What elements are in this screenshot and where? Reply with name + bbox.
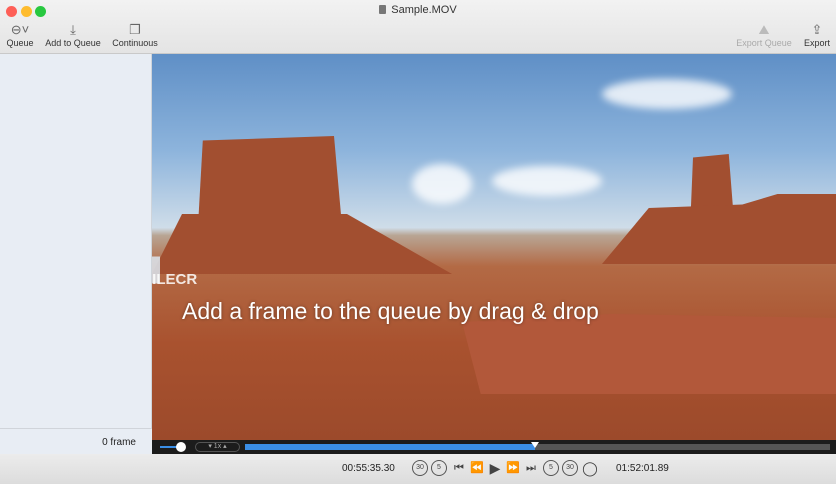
go-to-start-icon[interactable]: ⏮ <box>451 460 467 476</box>
queue-button[interactable]: ⊖˅ Queue <box>4 22 36 48</box>
forward-30-icon[interactable]: 30 <box>562 460 578 476</box>
timeline-progress <box>245 444 536 450</box>
timeline-scrubber[interactable] <box>245 442 830 450</box>
download-tray-icon: ⤓ <box>70 22 76 37</box>
frame-queue-sidebar[interactable] <box>0 54 152 428</box>
export-icon: ⇪ <box>811 22 823 37</box>
speed-control[interactable]: ▾ 1x ▴ <box>195 442 240 452</box>
export-button[interactable]: ⇪ Export <box>802 22 832 48</box>
forward-5-icon[interactable]: 5 <box>543 460 559 476</box>
back-30-icon[interactable]: 30 <box>412 460 428 476</box>
frame-count: 0 frame <box>0 428 152 454</box>
document-icon <box>379 5 387 14</box>
back-5-icon[interactable]: 5 <box>431 460 447 476</box>
export-queue-icon: ⛰ <box>758 22 770 37</box>
playhead[interactable] <box>531 442 540 448</box>
drag-arrow-watermark <box>152 243 160 297</box>
video-preview[interactable]: FILECR Add a frame to the queue by drag … <box>152 54 836 440</box>
stacked-frames-icon: ❐ <box>129 22 141 37</box>
add-to-queue-button[interactable]: ⤓ Add to Queue <box>44 22 102 48</box>
loop-bubble-icon[interactable]: ◯ <box>582 460 598 476</box>
drag-drop-hint: Add a frame to the queue by drag & drop <box>182 298 599 324</box>
queue-menu-icon: ⊖˅ <box>10 22 30 37</box>
go-to-end-icon[interactable]: ⏭ <box>523 460 539 476</box>
total-time: 01:52:01.89 <box>616 463 669 474</box>
export-queue-button[interactable]: ⛰ Export Queue <box>734 22 794 48</box>
watermark: FILECR <box>152 271 198 288</box>
title-bar: Sample.MOV ⊖˅ Queue ⤓ Add to Queue ❐ Contin… <box>0 0 836 54</box>
play-icon[interactable]: ▶ <box>487 460 503 476</box>
rewind-icon[interactable]: ⏪ <box>469 460 485 476</box>
current-time: 00:55:35.30 <box>342 463 395 474</box>
continuous-button[interactable]: ❐ Continuous <box>110 22 160 48</box>
transport-controls: 00:55:35.30 30 5 ⏮ ⏪ ▶ ⏩ ⏭ 5 30 ◯ 01:52:… <box>0 454 836 484</box>
fast-forward-icon[interactable]: ⏩ <box>505 460 521 476</box>
volume-knob[interactable] <box>175 442 186 452</box>
window-title: Sample.MOV <box>0 4 836 16</box>
playback-bar: ▾ 1x ▴ <box>152 440 836 454</box>
